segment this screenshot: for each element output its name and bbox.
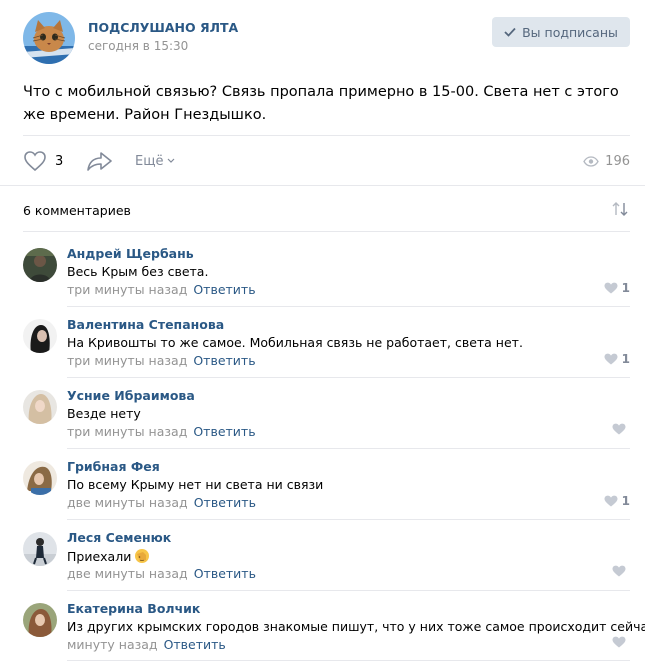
divider xyxy=(67,377,630,378)
comment-like-button[interactable] xyxy=(612,423,630,435)
comment-time[interactable]: три минуты назад xyxy=(67,424,187,439)
section-divider xyxy=(0,185,645,186)
heart-icon xyxy=(604,495,618,507)
reply-link[interactable]: Ответить xyxy=(193,353,255,368)
post-header: ПОДСЛУШАНО ЯЛТА сегодня в 15:30 Вы подпи… xyxy=(0,0,645,75)
subscribed-button[interactable]: Вы подписаны xyxy=(492,17,630,47)
comment-text: Весь Крым без света. xyxy=(67,264,209,279)
divider xyxy=(23,135,630,136)
divider xyxy=(67,660,630,661)
comment-time[interactable]: три минуты назад xyxy=(67,353,187,368)
avatar[interactable] xyxy=(23,603,57,637)
views-counter: 196 xyxy=(583,146,630,176)
like-button[interactable]: 3 xyxy=(23,146,63,176)
comment-text: Из других крымских городов знакомые пишу… xyxy=(67,619,645,634)
more-button[interactable]: Ещё xyxy=(135,146,175,176)
divider xyxy=(67,519,630,520)
comment-author[interactable]: Грибная Фея xyxy=(67,459,160,474)
divider xyxy=(67,590,630,591)
comment-like-count: 1 xyxy=(621,281,630,295)
comment-author[interactable]: Андрей Щербань xyxy=(67,246,194,261)
sort-icon[interactable] xyxy=(610,201,630,217)
avatar-photo xyxy=(23,532,57,566)
heart-icon xyxy=(612,423,626,435)
avatar-photo xyxy=(23,319,57,353)
avatar-photo xyxy=(23,461,57,495)
avatar[interactable] xyxy=(23,390,57,424)
avatar-photo xyxy=(23,390,57,424)
eye-icon xyxy=(583,155,599,167)
group-avatar[interactable] xyxy=(23,12,75,64)
views-count: 196 xyxy=(605,153,630,169)
comment-time[interactable]: минуту назад xyxy=(67,637,158,652)
reply-link[interactable]: Ответить xyxy=(193,282,255,297)
comment-text: Везде нету xyxy=(67,406,141,421)
comments-count: 6 комментариев xyxy=(23,203,131,218)
comment-meta: три минуты назад Ответить xyxy=(67,424,256,439)
comment-like-button[interactable]: 1 xyxy=(604,352,630,366)
comment-text: Приехали xyxy=(67,549,132,564)
cat-avatar-icon xyxy=(23,12,75,64)
heart-icon xyxy=(612,636,626,648)
chevron-down-icon xyxy=(168,158,175,163)
reply-link[interactable]: Ответить xyxy=(193,424,255,439)
more-label: Ещё xyxy=(135,153,164,169)
comment-author[interactable]: Усние Ибраимова xyxy=(67,388,195,403)
comment-like-button[interactable]: 1 xyxy=(604,494,630,508)
heart-icon xyxy=(604,282,618,294)
comment-author[interactable]: Леся Семенюк xyxy=(67,530,171,545)
post-date[interactable]: сегодня в 15:30 xyxy=(88,39,188,53)
avatar[interactable] xyxy=(23,319,57,353)
comment-text: На Кривошты то же самое. Мобильная связь… xyxy=(67,335,523,350)
subscribed-label: Вы подписаны xyxy=(522,24,618,40)
facepalm-emoji xyxy=(135,549,150,563)
group-name[interactable]: ПОДСЛУШАНО ЯЛТА xyxy=(88,20,238,35)
check-icon xyxy=(504,27,516,37)
comment-time[interactable]: три минуты назад xyxy=(67,282,187,297)
comment-meta: минуту назад Ответить xyxy=(67,637,226,652)
comment-text: По всему Крыму нет ни света ни связи xyxy=(67,477,324,492)
divider xyxy=(67,448,630,449)
avatar-photo xyxy=(23,603,57,637)
divider xyxy=(67,306,630,307)
comment-meta: две минуты назад Ответить xyxy=(67,566,256,581)
avatar[interactable] xyxy=(23,248,57,282)
post-text: Что с мобильной связью? Связь пропала пр… xyxy=(23,84,619,123)
avatar-photo xyxy=(23,248,57,282)
comment-like-count: 1 xyxy=(621,494,630,508)
comment-text-row: Приехали xyxy=(67,548,150,564)
heart-icon xyxy=(24,151,46,172)
post-actions: 3 Ещё 196 xyxy=(23,146,630,176)
avatar[interactable] xyxy=(23,461,57,495)
avatar[interactable] xyxy=(23,532,57,566)
reply-link[interactable]: Ответить xyxy=(164,637,226,652)
like-count: 3 xyxy=(55,153,64,169)
divider xyxy=(23,231,630,232)
reply-link[interactable]: Ответить xyxy=(194,495,256,510)
comment-like-button[interactable]: 1 xyxy=(604,281,630,295)
heart-icon xyxy=(612,565,626,577)
comment-like-button[interactable] xyxy=(612,636,630,648)
comment-time[interactable]: две минуты назад xyxy=(67,495,188,510)
comment-like-count: 1 xyxy=(621,352,630,366)
share-button[interactable] xyxy=(87,146,113,176)
heart-icon xyxy=(604,353,618,365)
reply-link[interactable]: Ответить xyxy=(194,566,256,581)
comment-time[interactable]: две минуты назад xyxy=(67,566,188,581)
comment-author[interactable]: Валентина Степанова xyxy=(67,317,224,332)
comment-meta: три минуты назад Ответить xyxy=(67,353,256,368)
comment-meta: три минуты назад Ответить xyxy=(67,282,256,297)
comment-author[interactable]: Екатерина Волчик xyxy=(67,601,200,616)
comment-meta: две минуты назад Ответить xyxy=(67,495,256,510)
comment-like-button[interactable] xyxy=(612,565,630,577)
share-arrow-icon xyxy=(87,152,112,171)
